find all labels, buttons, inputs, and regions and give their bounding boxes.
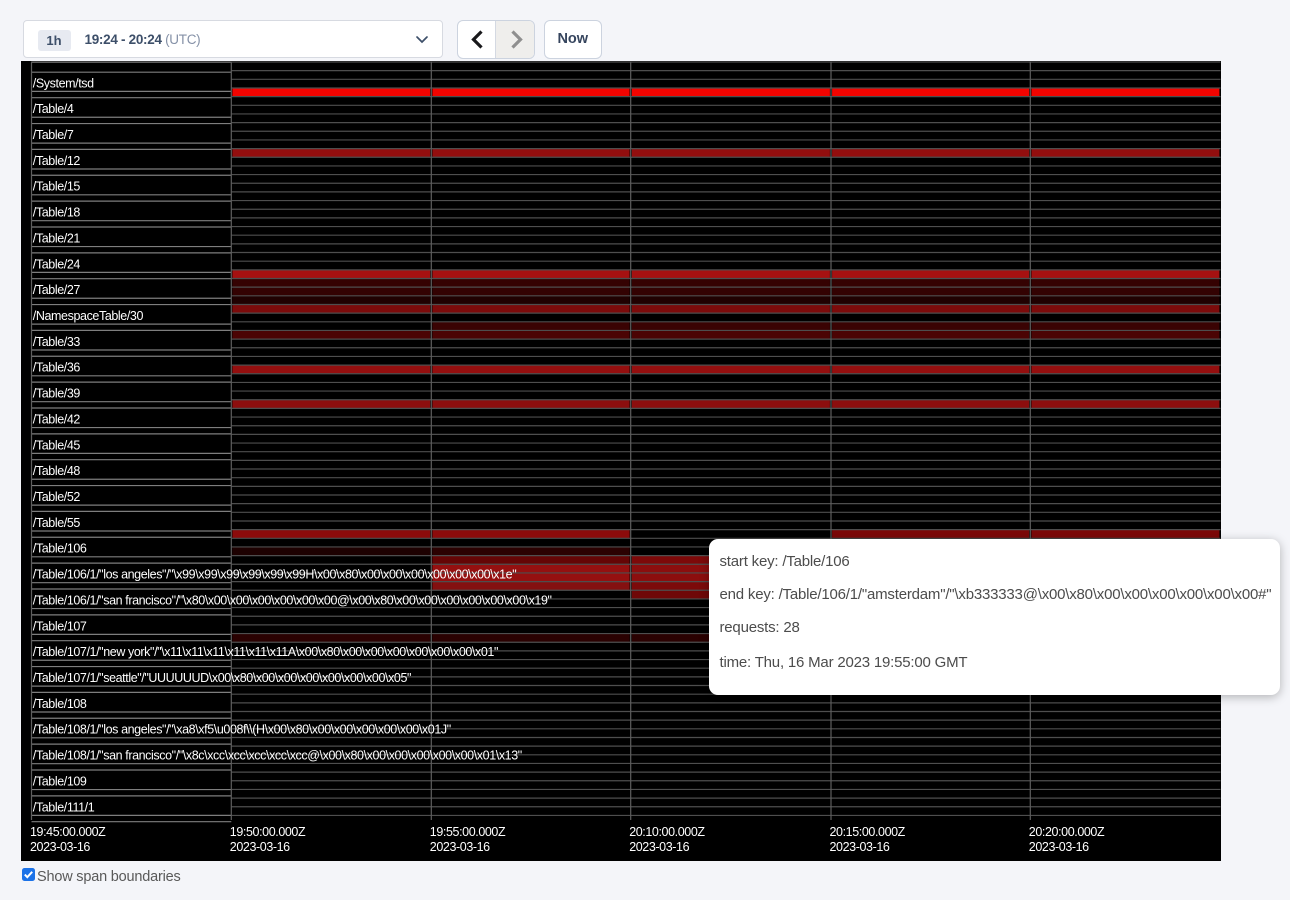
svg-text:2023-03-16: 2023-03-16 [830,840,890,854]
svg-text:/Table/106/1/"san francisco"/": /Table/106/1/"san francisco"/"\x80\x00\x… [33,593,552,607]
svg-text:/Table/107/1/"new york"/"\x11\: /Table/107/1/"new york"/"\x11\x11\x11\x1… [33,645,498,659]
svg-text:20:20:00.000Z: 20:20:00.000Z [1029,825,1105,839]
svg-text:2023-03-16: 2023-03-16 [230,840,290,854]
svg-text:/Table/21: /Table/21 [33,231,81,245]
svg-text:/Table/48: /Table/48 [33,464,81,478]
svg-text:/Table/15: /Table/15 [33,180,81,194]
svg-text:/Table/106/1/"los angeles"/"\x: /Table/106/1/"los angeles"/"\x99\x99\x99… [33,568,516,582]
svg-text:/Table/42: /Table/42 [33,412,81,426]
svg-text:2023-03-16: 2023-03-16 [30,840,90,854]
svg-text:/Table/108/1/"los angeles"/"\x: /Table/108/1/"los angeles"/"\xa8\xf5\u00… [33,723,451,737]
svg-text:/Table/45: /Table/45 [33,438,81,452]
svg-text:/Table/39: /Table/39 [33,387,81,401]
svg-text:20:15:00.000Z: 20:15:00.000Z [830,825,906,839]
svg-text:/Table/55: /Table/55 [33,516,81,530]
svg-text:/Table/108: /Table/108 [33,697,87,711]
svg-text:/Table/107/1/"seattle"/"UUUUUU: /Table/107/1/"seattle"/"UUUUUUD\x00\x80\… [33,671,411,685]
svg-text:/NamespaceTable/30: /NamespaceTable/30 [33,309,144,323]
svg-text:/System/tsd: /System/tsd [33,76,94,90]
svg-text:2023-03-16: 2023-03-16 [430,840,490,854]
svg-text:/Table/27: /Table/27 [33,283,81,297]
svg-text:/Table/111/1: /Table/111/1 [33,800,95,814]
svg-text:/Table/18: /Table/18 [33,206,81,220]
svg-text:19:55:00.000Z: 19:55:00.000Z [430,825,506,839]
svg-text:/Table/4: /Table/4 [33,102,74,116]
svg-text:/Table/12: /Table/12 [33,154,81,168]
svg-text:2023-03-16: 2023-03-16 [629,840,689,854]
svg-text:/Table/24: /Table/24 [33,257,81,271]
svg-text:/Table/52: /Table/52 [33,490,81,504]
svg-text:/Table/7: /Table/7 [33,128,74,142]
svg-text:/Table/107: /Table/107 [33,619,87,633]
svg-text:/Table/33: /Table/33 [33,335,81,349]
svg-text:/Table/108/1/"san francisco"/": /Table/108/1/"san francisco"/"\x8c\xcc\x… [33,749,522,763]
svg-text:/Table/106: /Table/106 [33,542,87,556]
svg-text:2023-03-16: 2023-03-16 [1029,840,1089,854]
svg-text:20:10:00.000Z: 20:10:00.000Z [629,825,705,839]
svg-text:/Table/109: /Table/109 [33,774,87,788]
svg-text:19:45:00.000Z: 19:45:00.000Z [30,825,106,839]
svg-text:/Table/36: /Table/36 [33,361,81,375]
svg-text:19:50:00.000Z: 19:50:00.000Z [230,825,306,839]
